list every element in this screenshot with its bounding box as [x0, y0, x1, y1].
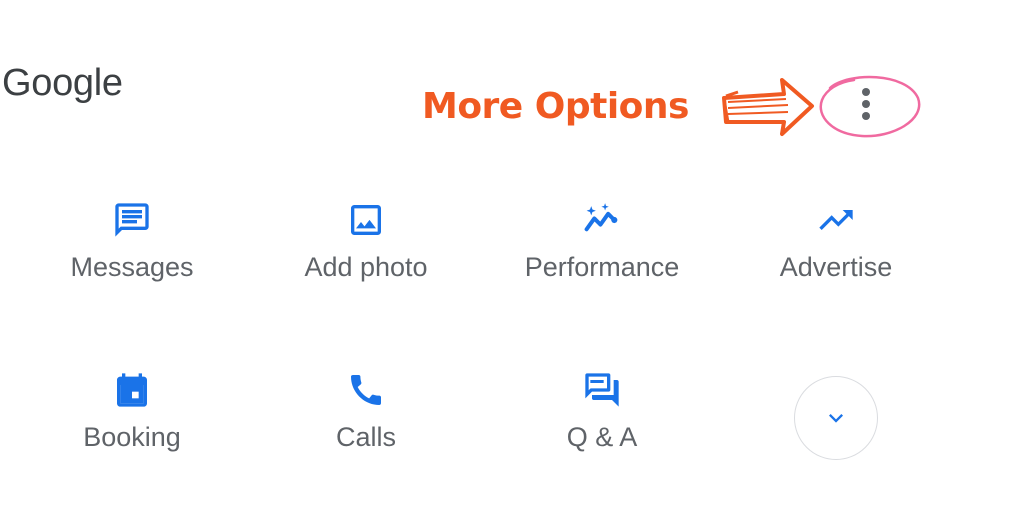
arrow-annotation-icon [722, 78, 814, 136]
calendar-icon [112, 370, 152, 410]
booking-button[interactable]: Booking [32, 370, 232, 453]
forum-icon [582, 370, 622, 410]
image-icon [346, 200, 386, 240]
more-options-button[interactable] [846, 84, 886, 124]
expand-more-button[interactable] [794, 376, 878, 460]
calls-button[interactable]: Calls [266, 370, 466, 453]
q-and-a-button[interactable]: Q & A [502, 370, 702, 453]
sparkle-trend-icon [582, 200, 622, 240]
performance-label: Performance [524, 252, 680, 282]
performance-button[interactable]: Performance [502, 200, 702, 283]
more-vert-icon [862, 88, 870, 120]
google-logo: Google [2, 62, 123, 104]
add-photo-button[interactable]: Add photo [266, 200, 466, 283]
q-and-a-label: Q & A [566, 422, 638, 452]
chevron-down-icon [829, 414, 843, 423]
messages-label: Messages [70, 252, 194, 282]
add-photo-label: Add photo [304, 252, 428, 282]
trending-up-icon [816, 200, 856, 240]
messages-button[interactable]: Messages [32, 200, 232, 283]
phone-icon [346, 370, 386, 410]
advertise-button[interactable]: Advertise [736, 200, 936, 283]
booking-label: Booking [83, 422, 181, 452]
calls-label: Calls [335, 422, 396, 452]
message-icon [112, 200, 152, 240]
annotation-label: More Options [422, 86, 689, 127]
advertise-label: Advertise [779, 252, 893, 282]
